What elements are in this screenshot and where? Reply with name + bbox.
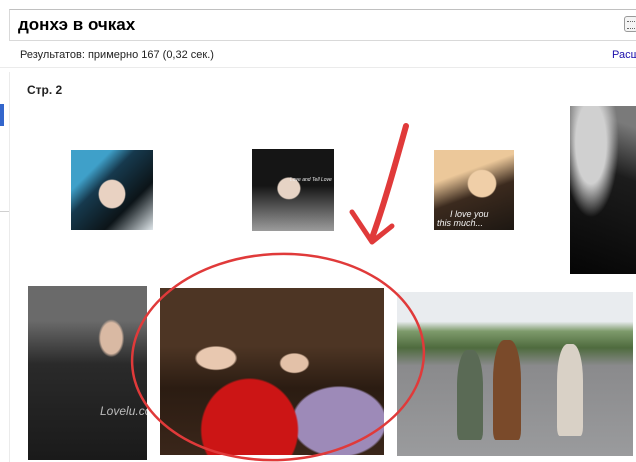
annotation-circle [130,252,426,462]
annotation-arrow-head [349,209,395,245]
annotation-arrow-shaft [369,123,409,241]
annotation-overlay [130,123,426,462]
